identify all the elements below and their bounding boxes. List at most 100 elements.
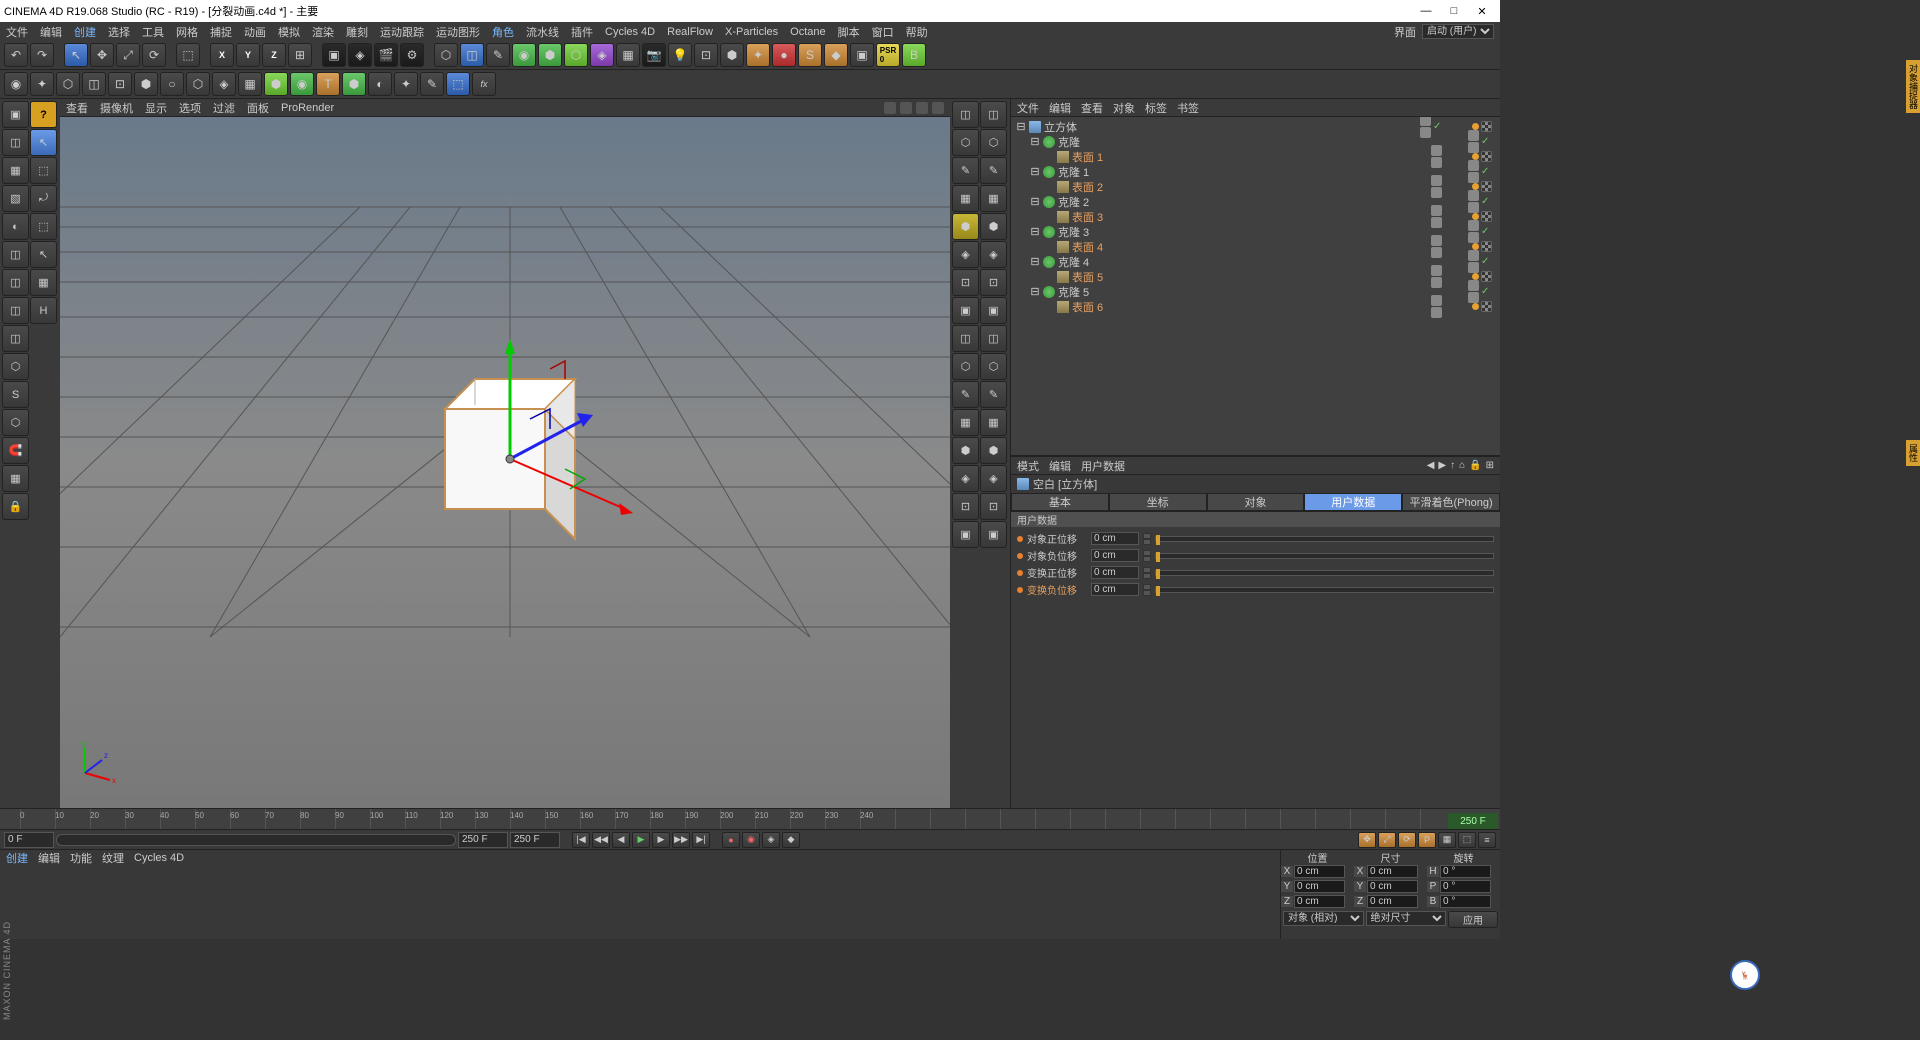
- tree-tag-check[interactable]: [1481, 301, 1492, 312]
- lock-z-button[interactable]: Z: [262, 43, 286, 67]
- left-tool-4-0[interactable]: ◐: [2, 213, 29, 240]
- tree-row-6[interactable]: 表面 3: [1013, 209, 1498, 224]
- t2-5[interactable]: ⊡: [108, 72, 132, 96]
- left-tool-11-0[interactable]: ⬡: [2, 409, 29, 436]
- attr-value-input[interactable]: 0 cm: [1091, 583, 1139, 596]
- left-tool-12-0[interactable]: 🧲: [2, 437, 29, 464]
- attr-nav-home[interactable]: ⌂: [1459, 460, 1465, 471]
- add-light-button[interactable]: 💡: [668, 43, 692, 67]
- frame-end2-input[interactable]: 250 F: [510, 832, 560, 848]
- key-pos-button[interactable]: ✥: [1358, 832, 1376, 848]
- next-frame-button[interactable]: ▶: [652, 832, 670, 848]
- goto-end-button[interactable]: ▶|: [692, 832, 710, 848]
- tree-tag-vis[interactable]: [1431, 265, 1442, 288]
- tree-row-8[interactable]: 表面 4: [1013, 239, 1498, 254]
- t2-2[interactable]: ✦: [30, 72, 54, 96]
- attr-value-input[interactable]: 0 cm: [1091, 566, 1139, 579]
- right-tool-2-1[interactable]: ✎: [980, 157, 1007, 184]
- goto-start-button[interactable]: |◀: [572, 832, 590, 848]
- right-tool-14-1[interactable]: ⊡: [980, 493, 1007, 520]
- add-subdivision-button[interactable]: ⬢: [538, 43, 562, 67]
- prev-frame-button[interactable]: ◀: [612, 832, 630, 848]
- t2-7[interactable]: ○: [160, 72, 184, 96]
- scale-tool[interactable]: ⤢: [116, 43, 140, 67]
- attr-menu-用户数据[interactable]: 用户数据: [1081, 458, 1125, 474]
- right-tool-6-1[interactable]: ⊡: [980, 269, 1007, 296]
- tree-row-2[interactable]: 表面 1: [1013, 149, 1498, 164]
- t2-10[interactable]: ▦: [238, 72, 262, 96]
- menu-流水线[interactable]: 流水线: [526, 24, 559, 40]
- left-tool-2-0[interactable]: ▦: [2, 157, 29, 184]
- menu-运动图形[interactable]: 运动图形: [436, 24, 480, 40]
- menu-捕捉[interactable]: 捕捉: [210, 24, 232, 40]
- coord-system-button[interactable]: ⊞: [288, 43, 312, 67]
- mat-menu-编辑[interactable]: 编辑: [38, 850, 60, 866]
- right-tool-5-1[interactable]: ◈: [980, 241, 1007, 268]
- menu-X-Particles[interactable]: X-Particles: [725, 26, 778, 38]
- vp-menu-查看[interactable]: 查看: [66, 100, 88, 116]
- left-tool-13-0[interactable]: ▦: [2, 465, 29, 492]
- attr-nav-new[interactable]: ⊞: [1486, 460, 1494, 471]
- left-tool-3-0[interactable]: ▧: [2, 185, 29, 212]
- undo-button[interactable]: ↶: [4, 43, 28, 67]
- side-tab-object-snapper[interactable]: 对象捕捉器: [1906, 60, 1920, 113]
- tree-tag-vis[interactable]: [1431, 175, 1442, 198]
- maximize-button[interactable]: □: [1448, 5, 1460, 18]
- rotate-tool[interactable]: ⟳: [142, 43, 166, 67]
- right-tool-3-1[interactable]: ▦: [980, 185, 1007, 212]
- add-scene-button[interactable]: ⊡: [694, 43, 718, 67]
- tree-tag-vis[interactable]: [1431, 205, 1442, 228]
- attr-nav-fwd[interactable]: ▶: [1438, 460, 1446, 471]
- attr-nav-up[interactable]: ↑: [1450, 460, 1455, 471]
- tree-row-12[interactable]: 表面 6: [1013, 299, 1498, 314]
- vp-menu-显示[interactable]: 显示: [145, 100, 167, 116]
- left-tool-4-1[interactable]: ⬚: [30, 213, 57, 240]
- right-tool-8-1[interactable]: ◫: [980, 325, 1007, 352]
- menu-角色[interactable]: 角色: [492, 24, 514, 40]
- add-physical-button[interactable]: ⬢: [720, 43, 744, 67]
- t2-3[interactable]: ⬡: [56, 72, 80, 96]
- tree-row-7[interactable]: ⊟克隆 3✓: [1013, 224, 1498, 239]
- left-tool-9-0[interactable]: ⬡: [2, 353, 29, 380]
- attr-nav-back[interactable]: ◀: [1427, 460, 1435, 471]
- left-tool-1-0[interactable]: ◫: [2, 129, 29, 156]
- render-picture-button[interactable]: 🎬: [374, 43, 398, 67]
- t2-8[interactable]: ⬡: [186, 72, 210, 96]
- right-tool-4-0[interactable]: ⬢: [952, 213, 979, 240]
- move-tool[interactable]: ✥: [90, 43, 114, 67]
- obj-menu-编辑[interactable]: 编辑: [1049, 100, 1071, 116]
- menu-动画[interactable]: 动画: [244, 24, 266, 40]
- menu-RealFlow[interactable]: RealFlow: [667, 26, 713, 38]
- menu-帮助[interactable]: 帮助: [906, 24, 928, 40]
- left-tool-3-1[interactable]: ⤾: [30, 185, 57, 212]
- right-tool-15-1[interactable]: ▣: [980, 521, 1007, 548]
- tree-row-11[interactable]: ⊟克隆 5✓: [1013, 284, 1498, 299]
- render-settings-button[interactable]: ⚙: [400, 43, 424, 67]
- tree-row-10[interactable]: 表面 5: [1013, 269, 1498, 284]
- timeline-range-slider[interactable]: [56, 834, 456, 846]
- plugin-2-button[interactable]: ●: [772, 43, 796, 67]
- viewport-cube-object[interactable]: [375, 309, 635, 589]
- coord-pos-input[interactable]: 0 cm: [1294, 880, 1345, 893]
- tree-tag-vis[interactable]: [1431, 235, 1442, 258]
- recent-tool[interactable]: ⬚: [176, 43, 200, 67]
- close-button[interactable]: ✕: [1476, 5, 1488, 18]
- vp-menu-ProRender[interactable]: ProRender: [281, 102, 334, 114]
- vp-menu-摄像机[interactable]: 摄像机: [100, 100, 133, 116]
- timeline-ruler[interactable]: 0102030405060708090100110120130140150160…: [0, 809, 1500, 829]
- coord-apply-button[interactable]: 应用: [1448, 911, 1498, 928]
- left-tool-8-0[interactable]: ◫: [2, 325, 29, 352]
- menu-渲染[interactable]: 渲染: [312, 24, 334, 40]
- plugin-5-button[interactable]: B: [902, 43, 926, 67]
- redo-button[interactable]: ↷: [30, 43, 54, 67]
- obj-menu-书签[interactable]: 书签: [1177, 100, 1199, 116]
- key-rot-button[interactable]: ⟳: [1398, 832, 1416, 848]
- menu-脚本[interactable]: 脚本: [838, 24, 860, 40]
- tree-row-9[interactable]: ⊟克隆 4✓: [1013, 254, 1498, 269]
- autokey-button[interactable]: ◉: [742, 832, 760, 848]
- vp-nav-3[interactable]: [916, 102, 928, 114]
- tree-row-0[interactable]: ⊟立方体✓: [1013, 119, 1498, 134]
- menu-编辑[interactable]: 编辑: [40, 24, 62, 40]
- add-null-button[interactable]: ⬡: [434, 43, 458, 67]
- attr-slider[interactable]: [1155, 570, 1494, 576]
